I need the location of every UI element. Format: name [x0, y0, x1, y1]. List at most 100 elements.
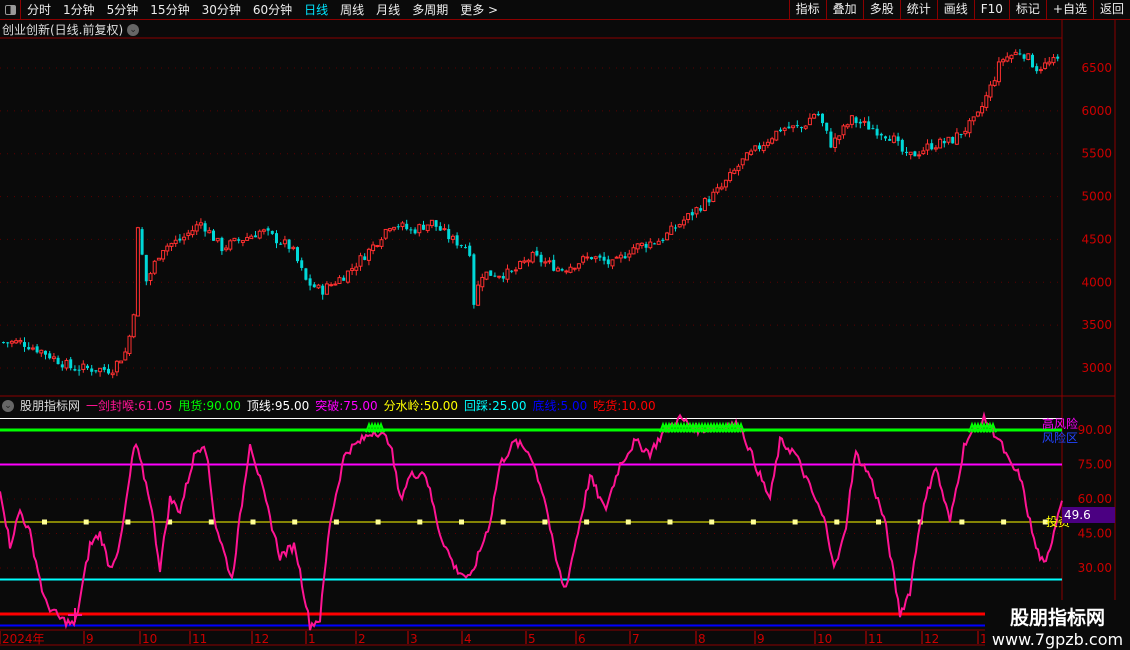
candle-body	[694, 207, 699, 215]
candle-body	[135, 227, 140, 317]
candle-body	[366, 248, 371, 261]
candle-body	[266, 228, 270, 231]
candle-body	[291, 246, 296, 250]
candle-body	[300, 260, 304, 268]
risk-zone-label: 风险区	[1042, 430, 1078, 445]
candle-body	[510, 270, 514, 272]
candle-body	[169, 242, 174, 247]
candle-body	[254, 235, 257, 238]
date-label: 4	[464, 632, 472, 646]
candle-body	[513, 269, 518, 272]
osc-tick: 60.00	[1078, 492, 1112, 506]
candle-body	[425, 224, 430, 232]
candle-body	[984, 95, 989, 108]
candle-body	[614, 256, 619, 259]
candle-body	[497, 275, 502, 278]
level-50-marker	[876, 519, 881, 525]
date-label: 3	[410, 632, 418, 646]
candle-body	[476, 284, 481, 306]
date-label: 1	[308, 632, 316, 646]
date-label: 2	[358, 632, 366, 646]
candle-body	[156, 257, 161, 261]
candle-body	[938, 138, 943, 149]
level-50-marker	[584, 519, 590, 525]
level-50-marker	[959, 519, 965, 525]
candle-body	[371, 244, 376, 252]
candle-body	[648, 241, 653, 249]
candle-body	[333, 283, 338, 286]
candle-body	[686, 213, 691, 220]
candle-body	[345, 270, 350, 283]
candle-body	[942, 140, 946, 144]
candle-body	[1022, 54, 1026, 59]
candle-body	[127, 335, 132, 355]
candle-body	[845, 124, 850, 128]
osc-tick: 30.00	[1078, 561, 1112, 575]
candle-body	[186, 232, 191, 237]
candle-body	[1009, 54, 1014, 60]
candle-body	[699, 208, 703, 211]
candle-body	[1013, 51, 1018, 56]
level-50-marker	[709, 519, 715, 525]
candle-body	[165, 245, 170, 252]
candle-body	[715, 187, 720, 193]
candle-body	[354, 266, 359, 271]
candle-body	[833, 137, 838, 149]
candle-body	[849, 115, 854, 125]
candle-body	[379, 239, 384, 247]
date-label: 11	[868, 632, 883, 646]
candle-body	[744, 152, 749, 161]
date-label: 9	[86, 632, 94, 646]
candle-body	[992, 80, 997, 86]
candle-body	[971, 116, 976, 122]
candle-body	[77, 369, 81, 371]
candle-body	[505, 268, 510, 280]
candle-body	[2, 342, 5, 344]
osc-tick: 90.00	[1078, 423, 1112, 437]
candle-body	[161, 250, 166, 260]
candle-body	[275, 233, 278, 244]
candle-body	[736, 165, 741, 172]
candle-body	[442, 228, 447, 231]
candle-body	[841, 125, 846, 136]
level-50-marker	[42, 519, 47, 525]
price-tick: 3500	[1081, 318, 1112, 332]
candle-body	[282, 239, 287, 245]
candle-body	[178, 238, 182, 241]
date-label: 8	[698, 632, 706, 646]
candle-body	[879, 133, 883, 136]
candle-body	[455, 235, 459, 246]
candle-body	[779, 129, 782, 132]
date-label: 5	[528, 632, 536, 646]
candle-body	[23, 342, 26, 347]
candle-body	[245, 236, 250, 241]
candle-body	[674, 227, 677, 229]
price-tick: 5500	[1081, 147, 1112, 161]
candle-body	[1056, 56, 1060, 59]
candle-body	[858, 121, 862, 124]
candle-body	[1031, 54, 1034, 68]
candle-body	[627, 253, 632, 258]
candle-body	[829, 131, 833, 148]
buy-signal-marker	[68, 608, 82, 622]
watermark-title: 股朋指标网	[1009, 607, 1105, 629]
price-tick: 3000	[1081, 361, 1112, 375]
candle-body	[237, 239, 241, 241]
chart-canvas[interactable]: 6500 6000 5500 5000 4500 4000 3500 3000 90.00 75.…	[0, 0, 1130, 650]
candle-body	[539, 254, 543, 263]
candle-body	[405, 223, 409, 230]
level-50-marker	[417, 519, 423, 525]
osc-tick: 45.00	[1078, 527, 1112, 541]
date-label: 12	[924, 632, 939, 646]
candle-body	[392, 226, 397, 230]
candle-body	[590, 257, 593, 260]
candle-body	[867, 121, 871, 130]
candle-body	[363, 256, 367, 260]
candle-body	[489, 270, 493, 276]
candle-body	[203, 223, 207, 232]
candle-body	[350, 268, 355, 271]
candle-body	[787, 126, 791, 129]
level-50-marker	[834, 519, 840, 525]
candle-body	[228, 240, 233, 250]
candle-body	[951, 136, 955, 144]
